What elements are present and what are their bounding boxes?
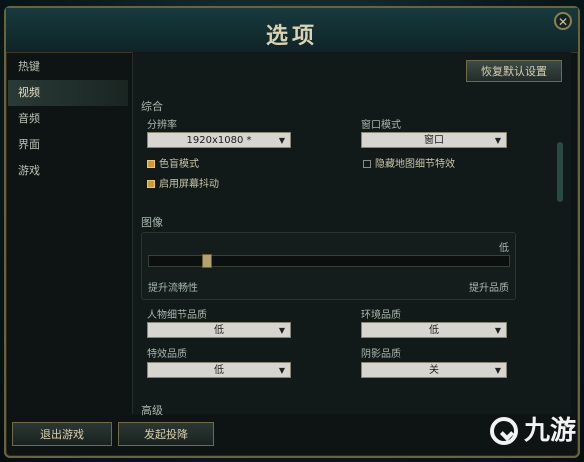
watermark-logo: 九游 bbox=[416, 402, 576, 460]
sidebar-item-hotkeys[interactable]: 热键 bbox=[8, 54, 128, 80]
surrender-button[interactable]: 发起投降 bbox=[118, 422, 214, 446]
restore-defaults-button[interactable]: 恢复默认设置 bbox=[466, 60, 562, 82]
chevron-down-icon: ▼ bbox=[494, 366, 501, 375]
shadow-quality-value: 关 bbox=[429, 365, 439, 376]
sidebar-item-audio[interactable]: 音频 bbox=[8, 106, 128, 132]
environment-quality-value: 低 bbox=[429, 325, 439, 336]
slider-handle[interactable] bbox=[202, 254, 212, 268]
resolution-label: 分辨率 bbox=[147, 120, 177, 131]
colorblind-option[interactable]: 色盲模式 bbox=[147, 155, 199, 170]
chevron-down-icon: ▼ bbox=[278, 326, 285, 335]
quality-hint: 提升品质 bbox=[469, 283, 509, 294]
title-bar: 选项 ✕ bbox=[6, 8, 578, 53]
watermark-text: 九游 bbox=[523, 416, 576, 446]
chevron-down-icon: ▼ bbox=[278, 136, 285, 145]
screen-shake-label: 启用屏幕抖动 bbox=[159, 179, 219, 190]
exit-game-button[interactable]: 退出游戏 bbox=[12, 422, 112, 446]
logo-icon bbox=[489, 417, 518, 445]
character-quality-label: 人物细节品质 bbox=[147, 310, 207, 321]
resolution-value: 1920x1080 * bbox=[186, 135, 252, 146]
graphics-quality-box: 低 提升流畅性 提升品质 bbox=[141, 232, 516, 300]
settings-sidebar: 热键 视频 音频 界面 游戏 bbox=[8, 54, 128, 414]
colorblind-checkbox[interactable] bbox=[147, 160, 155, 168]
content-scrollbar[interactable] bbox=[557, 142, 563, 202]
sidebar-item-video[interactable]: 视频 bbox=[8, 80, 128, 106]
graphics-level-label: 低 bbox=[499, 243, 509, 254]
environment-quality-select[interactable]: 低 ▼ bbox=[361, 322, 507, 338]
chevron-down-icon: ▼ bbox=[494, 326, 501, 335]
window-mode-select[interactable]: 窗口 ▼ bbox=[361, 132, 507, 148]
sidebar-item-game[interactable]: 游戏 bbox=[8, 158, 128, 184]
options-window: 选项 ✕ 热键 视频 音频 界面 游戏 恢复默认设置 综合 分辨率 1920x1… bbox=[4, 6, 580, 458]
colorblind-label: 色盲模式 bbox=[159, 159, 199, 170]
graphics-quality-slider[interactable] bbox=[148, 254, 510, 268]
chevron-down-icon: ▼ bbox=[278, 366, 285, 375]
shadow-quality-label: 阴影品质 bbox=[361, 349, 401, 360]
environment-quality-label: 环境品质 bbox=[361, 310, 401, 321]
effects-quality-select[interactable]: 低 ▼ bbox=[147, 362, 291, 378]
performance-hint: 提升流畅性 bbox=[148, 283, 198, 294]
hide-eye-candy-checkbox[interactable] bbox=[363, 160, 371, 168]
screen-shake-option[interactable]: 启用屏幕抖动 bbox=[147, 175, 219, 190]
shadow-quality-select[interactable]: 关 ▼ bbox=[361, 362, 507, 378]
close-icon: ✕ bbox=[557, 15, 569, 29]
screen-shake-checkbox[interactable] bbox=[147, 180, 155, 188]
graphics-section-title: 图像 bbox=[141, 216, 163, 229]
effects-quality-value: 低 bbox=[214, 365, 224, 376]
chevron-down-icon: ▼ bbox=[494, 136, 501, 145]
hide-eye-candy-label: 隐藏地图细节特效 bbox=[375, 159, 455, 170]
window-title: 选项 bbox=[265, 24, 318, 49]
sidebar-item-interface[interactable]: 界面 bbox=[8, 132, 128, 158]
general-section-title: 综合 bbox=[141, 100, 163, 113]
effects-quality-label: 特效品质 bbox=[147, 349, 187, 360]
character-quality-value: 低 bbox=[214, 325, 224, 336]
character-quality-select[interactable]: 低 ▼ bbox=[147, 322, 291, 338]
window-mode-value: 窗口 bbox=[424, 135, 444, 146]
window-mode-label: 窗口模式 bbox=[361, 120, 401, 131]
advanced-section-title: 高级 bbox=[141, 404, 163, 417]
video-settings-panel: 恢复默认设置 综合 分辨率 1920x1080 * ▼ 窗口模式 窗口 ▼ 色盲… bbox=[132, 52, 571, 417]
close-button[interactable]: ✕ bbox=[554, 12, 572, 30]
resolution-select[interactable]: 1920x1080 * ▼ bbox=[147, 132, 291, 148]
hide-eye-candy-option[interactable]: 隐藏地图细节特效 bbox=[363, 155, 455, 170]
